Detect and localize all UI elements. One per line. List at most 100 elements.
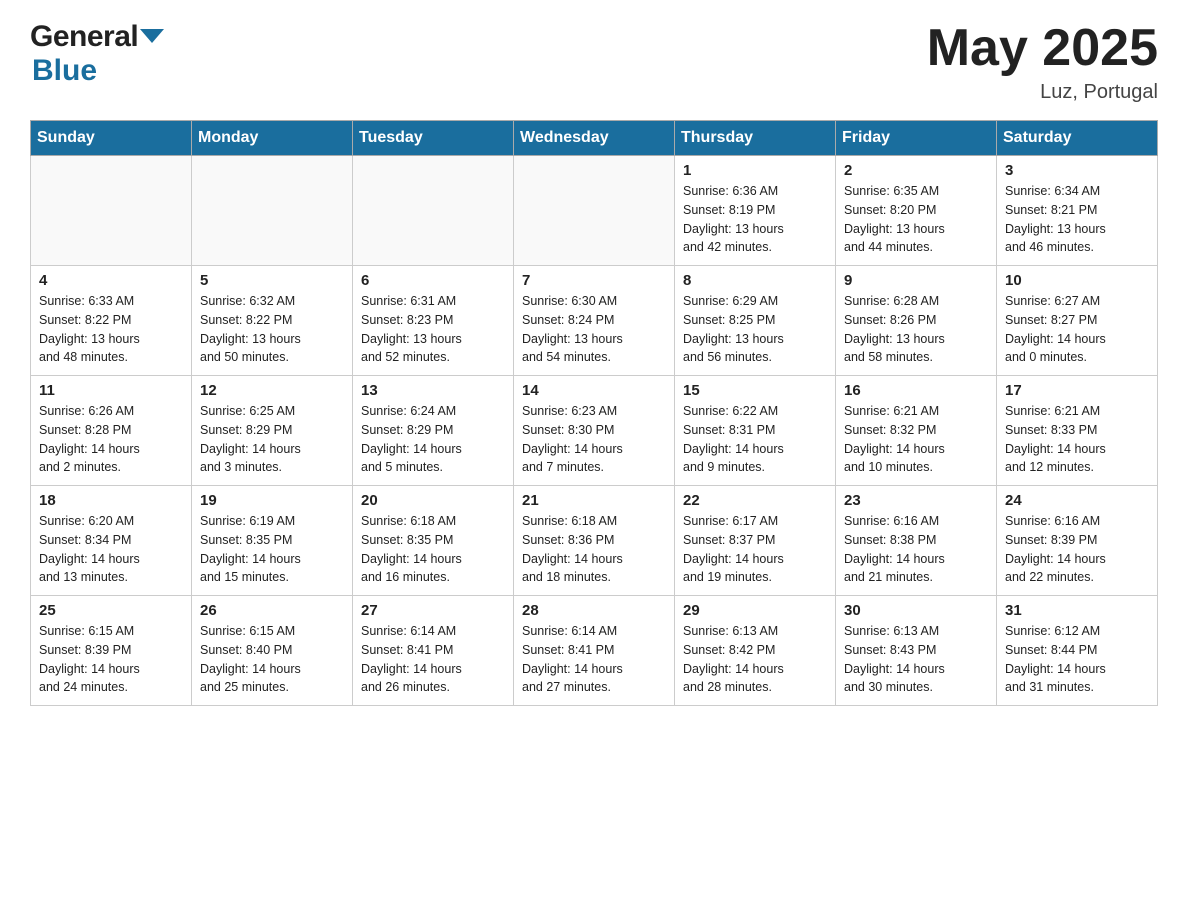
- day-number: 11: [39, 382, 183, 399]
- day-info: Sunrise: 6:35 AM Sunset: 8:20 PM Dayligh…: [844, 182, 988, 257]
- day-number: 2: [844, 162, 988, 179]
- day-number: 16: [844, 382, 988, 399]
- day-info: Sunrise: 6:14 AM Sunset: 8:41 PM Dayligh…: [522, 622, 666, 697]
- calendar-title: May 2025: [927, 20, 1158, 77]
- calendar-cell: 15Sunrise: 6:22 AM Sunset: 8:31 PM Dayli…: [675, 376, 836, 486]
- calendar-week-5: 25 Sunrise: 6:15 AM Sunset: 8:39 PM Dayli…: [31, 596, 1158, 706]
- day-info: Sunrise: 6:32 AM Sunset: 8:22 PM Dayligh…: [200, 292, 344, 367]
- day-number: 9: [844, 272, 988, 289]
- day-number: 3: [1005, 162, 1149, 179]
- calendar-cell: 24 Sunrise: 6:16 AM Sunset: 8:39 PM Dayli…: [997, 486, 1158, 596]
- calendar-cell: 28 Sunrise: 6:14 AM Sunset: 8:41 PM Dayli…: [514, 596, 675, 706]
- calendar-week-4: 18 Sunrise: 6:20 AM Sunset: 8:34 PM Dayli…: [31, 486, 1158, 596]
- calendar-cell: 12Sunrise: 6:25 AM Sunset: 8:29 PM Dayli…: [192, 376, 353, 486]
- day-info: Sunrise: 6:18 AM Sunset: 8:35 PM Dayligh…: [361, 512, 505, 587]
- day-info: Sunrise: 6:36 AM Sunset: 8:19 PM Dayligh…: [683, 182, 827, 257]
- day-info: Sunrise: 6:17 AM Sunset: 8:37 PM Dayligh…: [683, 512, 827, 587]
- calendar-cell: 31 Sunrise: 6:12 AM Sunset: 8:44 PM Dayli…: [997, 596, 1158, 706]
- day-number: 14: [522, 382, 666, 399]
- day-number: 31: [1005, 602, 1149, 619]
- calendar-cell: 27Sunrise: 6:14 AM Sunset: 8:41 PM Dayli…: [353, 596, 514, 706]
- day-number: 27: [361, 602, 505, 619]
- day-number: 20: [361, 492, 505, 509]
- day-info: Sunrise: 6:24 AM Sunset: 8:29 PM Dayligh…: [361, 402, 505, 477]
- calendar-body: 1 Sunrise: 6:36 AM Sunset: 8:19 PM Daylig…: [31, 156, 1158, 706]
- calendar-cell: [514, 156, 675, 266]
- day-number: 6: [361, 272, 505, 289]
- calendar-cell: [353, 156, 514, 266]
- day-info: Sunrise: 6:29 AM Sunset: 8:25 PM Dayligh…: [683, 292, 827, 367]
- calendar-cell: 6 Sunrise: 6:31 AM Sunset: 8:23 PM Daylig…: [353, 266, 514, 376]
- calendar-cell: 13 Sunrise: 6:24 AM Sunset: 8:29 PM Dayli…: [353, 376, 514, 486]
- calendar-week-1: 1 Sunrise: 6:36 AM Sunset: 8:19 PM Daylig…: [31, 156, 1158, 266]
- day-info: Sunrise: 6:30 AM Sunset: 8:24 PM Dayligh…: [522, 292, 666, 367]
- calendar-week-2: 4 Sunrise: 6:33 AM Sunset: 8:22 PM Daylig…: [31, 266, 1158, 376]
- day-number: 24: [1005, 492, 1149, 509]
- weekday-header-monday: Monday: [192, 121, 353, 156]
- day-number: 13: [361, 382, 505, 399]
- calendar-cell: 4 Sunrise: 6:33 AM Sunset: 8:22 PM Daylig…: [31, 266, 192, 376]
- weekday-header-row: SundayMondayTuesdayWednesdayThursdayFrid…: [31, 121, 1158, 156]
- day-number: 1: [683, 162, 827, 179]
- weekday-header-tuesday: Tuesday: [353, 121, 514, 156]
- day-number: 29: [683, 602, 827, 619]
- day-number: 30: [844, 602, 988, 619]
- calendar-cell: [31, 156, 192, 266]
- weekday-header-wednesday: Wednesday: [514, 121, 675, 156]
- calendar-week-3: 11 Sunrise: 6:26 AM Sunset: 8:28 PM Dayli…: [31, 376, 1158, 486]
- calendar-cell: 29 Sunrise: 6:13 AM Sunset: 8:42 PM Dayli…: [675, 596, 836, 706]
- day-info: Sunrise: 6:26 AM Sunset: 8:28 PM Dayligh…: [39, 402, 183, 477]
- calendar-cell: 8Sunrise: 6:29 AM Sunset: 8:25 PM Daylig…: [675, 266, 836, 376]
- day-number: 26: [200, 602, 344, 619]
- day-number: 28: [522, 602, 666, 619]
- day-number: 22: [683, 492, 827, 509]
- logo-general-text: General: [30, 20, 138, 54]
- calendar-cell: 16 Sunrise: 6:21 AM Sunset: 8:32 PM Dayli…: [836, 376, 997, 486]
- calendar-title-block: May 2025 Luz, Portugal: [927, 20, 1158, 104]
- day-number: 25: [39, 602, 183, 619]
- weekday-header-sunday: Sunday: [31, 121, 192, 156]
- calendar-table: SundayMondayTuesdayWednesdayThursdayFrid…: [30, 120, 1158, 706]
- calendar-location: Luz, Portugal: [927, 81, 1158, 104]
- calendar-cell: 26Sunrise: 6:15 AM Sunset: 8:40 PM Dayli…: [192, 596, 353, 706]
- day-info: Sunrise: 6:16 AM Sunset: 8:38 PM Dayligh…: [844, 512, 988, 587]
- day-info: Sunrise: 6:18 AM Sunset: 8:36 PM Dayligh…: [522, 512, 666, 587]
- page-header: General Blue May 2025 Luz, Portugal: [30, 20, 1158, 104]
- day-number: 17: [1005, 382, 1149, 399]
- day-info: Sunrise: 6:19 AM Sunset: 8:35 PM Dayligh…: [200, 512, 344, 587]
- calendar-cell: 23 Sunrise: 6:16 AM Sunset: 8:38 PM Dayli…: [836, 486, 997, 596]
- day-info: Sunrise: 6:16 AM Sunset: 8:39 PM Dayligh…: [1005, 512, 1149, 587]
- day-number: 18: [39, 492, 183, 509]
- day-info: Sunrise: 6:15 AM Sunset: 8:39 PM Dayligh…: [39, 622, 183, 697]
- day-info: Sunrise: 6:27 AM Sunset: 8:27 PM Dayligh…: [1005, 292, 1149, 367]
- calendar-cell: [192, 156, 353, 266]
- day-info: Sunrise: 6:34 AM Sunset: 8:21 PM Dayligh…: [1005, 182, 1149, 257]
- logo-triangle-icon: [140, 29, 164, 43]
- calendar-cell: 25 Sunrise: 6:15 AM Sunset: 8:39 PM Dayli…: [31, 596, 192, 706]
- calendar-cell: 22 Sunrise: 6:17 AM Sunset: 8:37 PM Dayli…: [675, 486, 836, 596]
- day-info: Sunrise: 6:28 AM Sunset: 8:26 PM Dayligh…: [844, 292, 988, 367]
- day-info: Sunrise: 6:12 AM Sunset: 8:44 PM Dayligh…: [1005, 622, 1149, 697]
- day-number: 7: [522, 272, 666, 289]
- calendar-header: SundayMondayTuesdayWednesdayThursdayFrid…: [31, 121, 1158, 156]
- day-info: Sunrise: 6:33 AM Sunset: 8:22 PM Dayligh…: [39, 292, 183, 367]
- day-info: Sunrise: 6:22 AM Sunset: 8:31 PM Dayligh…: [683, 402, 827, 477]
- logo: General Blue: [30, 20, 164, 88]
- day-number: 19: [200, 492, 344, 509]
- day-number: 10: [1005, 272, 1149, 289]
- day-info: Sunrise: 6:13 AM Sunset: 8:42 PM Dayligh…: [683, 622, 827, 697]
- day-number: 4: [39, 272, 183, 289]
- day-info: Sunrise: 6:20 AM Sunset: 8:34 PM Dayligh…: [39, 512, 183, 587]
- calendar-cell: 17 Sunrise: 6:21 AM Sunset: 8:33 PM Dayli…: [997, 376, 1158, 486]
- calendar-cell: 30 Sunrise: 6:13 AM Sunset: 8:43 PM Dayli…: [836, 596, 997, 706]
- day-number: 23: [844, 492, 988, 509]
- day-info: Sunrise: 6:31 AM Sunset: 8:23 PM Dayligh…: [361, 292, 505, 367]
- calendar-cell: 20 Sunrise: 6:18 AM Sunset: 8:35 PM Dayli…: [353, 486, 514, 596]
- day-info: Sunrise: 6:13 AM Sunset: 8:43 PM Dayligh…: [844, 622, 988, 697]
- calendar-cell: 11 Sunrise: 6:26 AM Sunset: 8:28 PM Dayli…: [31, 376, 192, 486]
- calendar-cell: 5Sunrise: 6:32 AM Sunset: 8:22 PM Daylig…: [192, 266, 353, 376]
- weekday-header-friday: Friday: [836, 121, 997, 156]
- weekday-header-thursday: Thursday: [675, 121, 836, 156]
- day-info: Sunrise: 6:21 AM Sunset: 8:33 PM Dayligh…: [1005, 402, 1149, 477]
- day-info: Sunrise: 6:21 AM Sunset: 8:32 PM Dayligh…: [844, 402, 988, 477]
